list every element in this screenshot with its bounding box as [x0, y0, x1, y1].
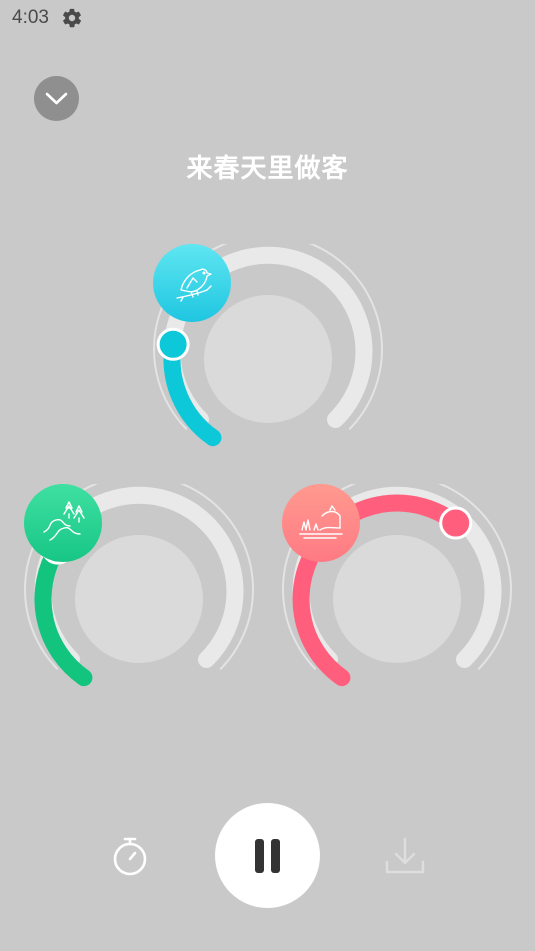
status-bar: 4:03 — [0, 0, 535, 36]
chevron-down-icon — [45, 92, 68, 105]
download-button[interactable] — [383, 834, 427, 878]
grass-sound-dial[interactable] — [282, 484, 512, 714]
stream-sound-dial[interactable] — [24, 484, 254, 714]
collapse-button[interactable] — [34, 76, 79, 121]
gear-icon — [63, 8, 81, 28]
bird-sound-dial[interactable] — [153, 244, 383, 474]
stream-icon — [24, 484, 102, 562]
download-icon — [385, 837, 425, 874]
page-title: 来春天里做客 — [186, 154, 349, 184]
bird-icon — [153, 244, 231, 322]
dial-knob — [439, 506, 473, 540]
pause-button[interactable] — [215, 803, 320, 908]
grass-icon — [282, 484, 360, 562]
timer-button[interactable] — [108, 834, 152, 878]
status-time: 4:03 — [12, 7, 49, 28]
timer-icon — [113, 837, 147, 876]
dial-knob — [156, 327, 190, 361]
